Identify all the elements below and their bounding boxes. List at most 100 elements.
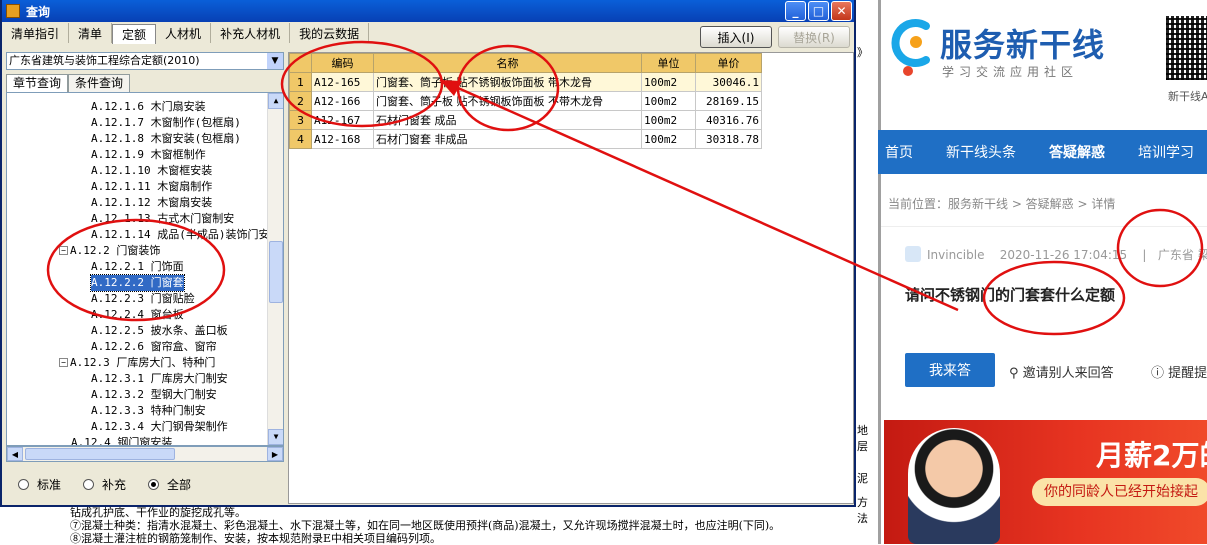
- nav-qa[interactable]: 答疑解惑: [1049, 142, 1105, 162]
- maximize-button[interactable]: □: [808, 1, 829, 21]
- cell-unit[interactable]: 100m2: [641, 129, 696, 149]
- site-logo-subtitle: 学习交流应用社区: [942, 65, 1079, 79]
- cell-name[interactable]: 石材门窗套 非成品: [373, 129, 642, 149]
- table-row[interactable]: 1 A12-165 门窗套、筒子板 贴不锈钢板饰面板 带木龙骨 100m2 30…: [289, 72, 762, 92]
- cell-name[interactable]: 门窗套、筒子板 贴不锈钢板饰面板 带木龙骨: [373, 72, 642, 92]
- cell-unit[interactable]: 100m2: [641, 91, 696, 111]
- radio-standard[interactable]: 标准: [18, 476, 61, 493]
- tab-list-guide[interactable]: 清单指引: [2, 23, 70, 43]
- row-number: 3: [289, 110, 312, 130]
- tab-chapter-query[interactable]: 章节查询: [6, 74, 69, 92]
- cell-code[interactable]: A12-167: [311, 110, 374, 130]
- scroll-down-icon[interactable]: ▼: [268, 429, 283, 445]
- tree-horizontal-scrollbar[interactable]: ◀ ▶: [6, 446, 284, 462]
- nav-home[interactable]: 首页: [885, 142, 913, 162]
- table-row[interactable]: 4 A12-168 石材门窗套 非成品 100m2 30318.78: [289, 129, 762, 149]
- tree-item[interactable]: A.12.1.12 木窗扇安装: [91, 195, 212, 211]
- scroll-left-icon[interactable]: ◀: [7, 447, 23, 461]
- table-row[interactable]: 2 A12-166 门窗套、筒子板 贴不锈钢板饰面板 不带木龙骨 100m2 2…: [289, 91, 762, 111]
- column-header-unit[interactable]: 单位: [641, 53, 696, 73]
- tree-item[interactable]: A.12.1.9 木窗框制作: [91, 147, 206, 163]
- tab-condition-query[interactable]: 条件查询: [68, 74, 131, 92]
- answer-button[interactable]: 我来答: [905, 353, 995, 387]
- tree-item[interactable]: A.12.2.1 门饰面: [91, 259, 184, 275]
- tab-bill[interactable]: 清单: [69, 23, 113, 43]
- tree-item[interactable]: A.12.3.1 厂库房大门制安: [91, 371, 228, 387]
- chevron-down-icon[interactable]: ▼: [267, 53, 283, 69]
- avatar[interactable]: [905, 246, 921, 262]
- title-bar[interactable]: 查询: [2, 0, 854, 22]
- ad-banner[interactable]: 月薪2万的 你的同龄人已经开始接起: [884, 420, 1207, 544]
- nav-training[interactable]: 培训学习: [1138, 142, 1194, 162]
- window-title: 查询: [26, 4, 51, 19]
- tab-supplement-material[interactable]: 补充人材机: [211, 23, 291, 43]
- grid-corner: [289, 53, 312, 73]
- close-button[interactable]: ✕: [831, 1, 852, 21]
- quota-library-select[interactable]: 广东省建筑与装饰工程综合定额(2010) ▼: [6, 52, 284, 70]
- collapse-icon[interactable]: −: [59, 358, 68, 367]
- column-header-name[interactable]: 名称: [373, 53, 642, 73]
- tree-item[interactable]: A.12.3.3 特种门制安: [91, 403, 206, 419]
- tree-item[interactable]: A.12.1.6 木门扇安装: [91, 99, 206, 115]
- tree-item[interactable]: A.12.3.4 大门钢骨架制作: [91, 419, 228, 435]
- tree-item[interactable]: A.12.1.7 木窗制作(包框扇): [91, 115, 241, 131]
- quota-library-value: 广东省建筑与装饰工程综合定额(2010): [9, 54, 200, 67]
- tree-item[interactable]: A.12.1.10 木窗框安装: [91, 163, 212, 179]
- person-icon: ⚲: [1009, 366, 1023, 381]
- tree-item[interactable]: A.12.1.11 木窗扇制作: [91, 179, 212, 195]
- cell-code[interactable]: A12-168: [311, 129, 374, 149]
- tree-item[interactable]: A.12.1.8 木窗安装(包框扇): [91, 131, 241, 147]
- author-name[interactable]: Invincible: [927, 248, 984, 262]
- tree-item[interactable]: A.12.1.14 成品(半成品)装饰门安: [91, 227, 269, 243]
- invite-link[interactable]: ⚲ 邀请别人来回答: [1009, 362, 1114, 381]
- radio-icon[interactable]: [83, 479, 95, 490]
- radio-icon-checked[interactable]: [148, 479, 160, 490]
- tree-item[interactable]: A.12.1.13 古式木门窗制安: [91, 211, 234, 227]
- row-number: 4: [289, 129, 312, 149]
- radio-icon[interactable]: [18, 479, 29, 490]
- tree-vertical-scrollbar[interactable]: ▲ ▼: [267, 93, 283, 445]
- scroll-thumb[interactable]: [25, 448, 175, 460]
- tree-item[interactable]: A.12.4 钢门窗安装: [71, 435, 172, 445]
- cell-code[interactable]: A12-165: [311, 72, 374, 92]
- radio-all[interactable]: 全部: [148, 476, 191, 493]
- column-header-code[interactable]: 编码: [311, 53, 374, 73]
- cell-price[interactable]: 30318.78: [695, 129, 762, 149]
- cell-name[interactable]: 门窗套、筒子板 贴不锈钢板饰面板 不带木龙骨: [373, 91, 642, 111]
- tree-item[interactable]: A.12.2.6 窗帘盒、窗帘: [91, 339, 217, 355]
- cell-unit[interactable]: 100m2: [641, 72, 696, 92]
- site-logo-title[interactable]: 服务新干线: [940, 20, 1105, 66]
- tree-item[interactable]: A.12.2.3 门窗贴脸: [91, 291, 195, 307]
- doc-fragment: 方法: [857, 496, 868, 525]
- tab-cloud-data[interactable]: 我的云数据: [290, 23, 370, 43]
- replace-button[interactable]: 替换(R): [778, 26, 850, 48]
- tree-node-expandable[interactable]: − A.12.3 厂库房大门、特种门: [59, 355, 215, 371]
- nav-headlines[interactable]: 新干线头条: [946, 142, 1016, 162]
- tab-quota[interactable]: 定额: [112, 24, 157, 44]
- tree-item[interactable]: A.12.3.2 型钢大门制安: [91, 387, 217, 403]
- column-header-price[interactable]: 单价: [695, 53, 762, 73]
- scroll-thumb[interactable]: [269, 241, 283, 303]
- radio-label: 补充: [102, 478, 127, 492]
- cell-price[interactable]: 30046.1: [695, 72, 762, 92]
- tree-item[interactable]: A.12.2.4 窗台板: [91, 307, 184, 323]
- collapse-icon[interactable]: −: [59, 246, 68, 255]
- cell-unit[interactable]: 100m2: [641, 110, 696, 130]
- tree-item-selected[interactable]: A.12.2.2 门窗套: [90, 274, 185, 292]
- radio-supplement[interactable]: 补充: [83, 476, 126, 493]
- tree-item[interactable]: A.12.2.5 披水条、盖口板: [91, 323, 228, 339]
- cell-price[interactable]: 40316.76: [695, 110, 762, 130]
- insert-button[interactable]: 插入(I): [700, 26, 772, 48]
- app-icon: [6, 4, 20, 18]
- tab-labor-material[interactable]: 人材机: [156, 23, 212, 43]
- scroll-right-icon[interactable]: ▶: [267, 447, 283, 461]
- cell-price[interactable]: 28169.15: [695, 91, 762, 111]
- scroll-up-icon[interactable]: ▲: [268, 93, 283, 109]
- doc-line-3: ⑧混凝土灌注桩的钢筋笼制作、安装，按本规范附录E中相关项目编码列项。: [70, 532, 442, 545]
- cell-code[interactable]: A12-166: [311, 91, 374, 111]
- table-row[interactable]: 3 A12-167 石材门窗套 成品 100m2 40316.76: [289, 110, 762, 130]
- remind-link[interactable]: ⓘ 提醒提: [1151, 362, 1207, 381]
- minimize-button[interactable]: _: [785, 1, 806, 21]
- tree-node-expandable[interactable]: − A.12.2 门窗装饰: [59, 243, 160, 259]
- cell-name[interactable]: 石材门窗套 成品: [373, 110, 642, 130]
